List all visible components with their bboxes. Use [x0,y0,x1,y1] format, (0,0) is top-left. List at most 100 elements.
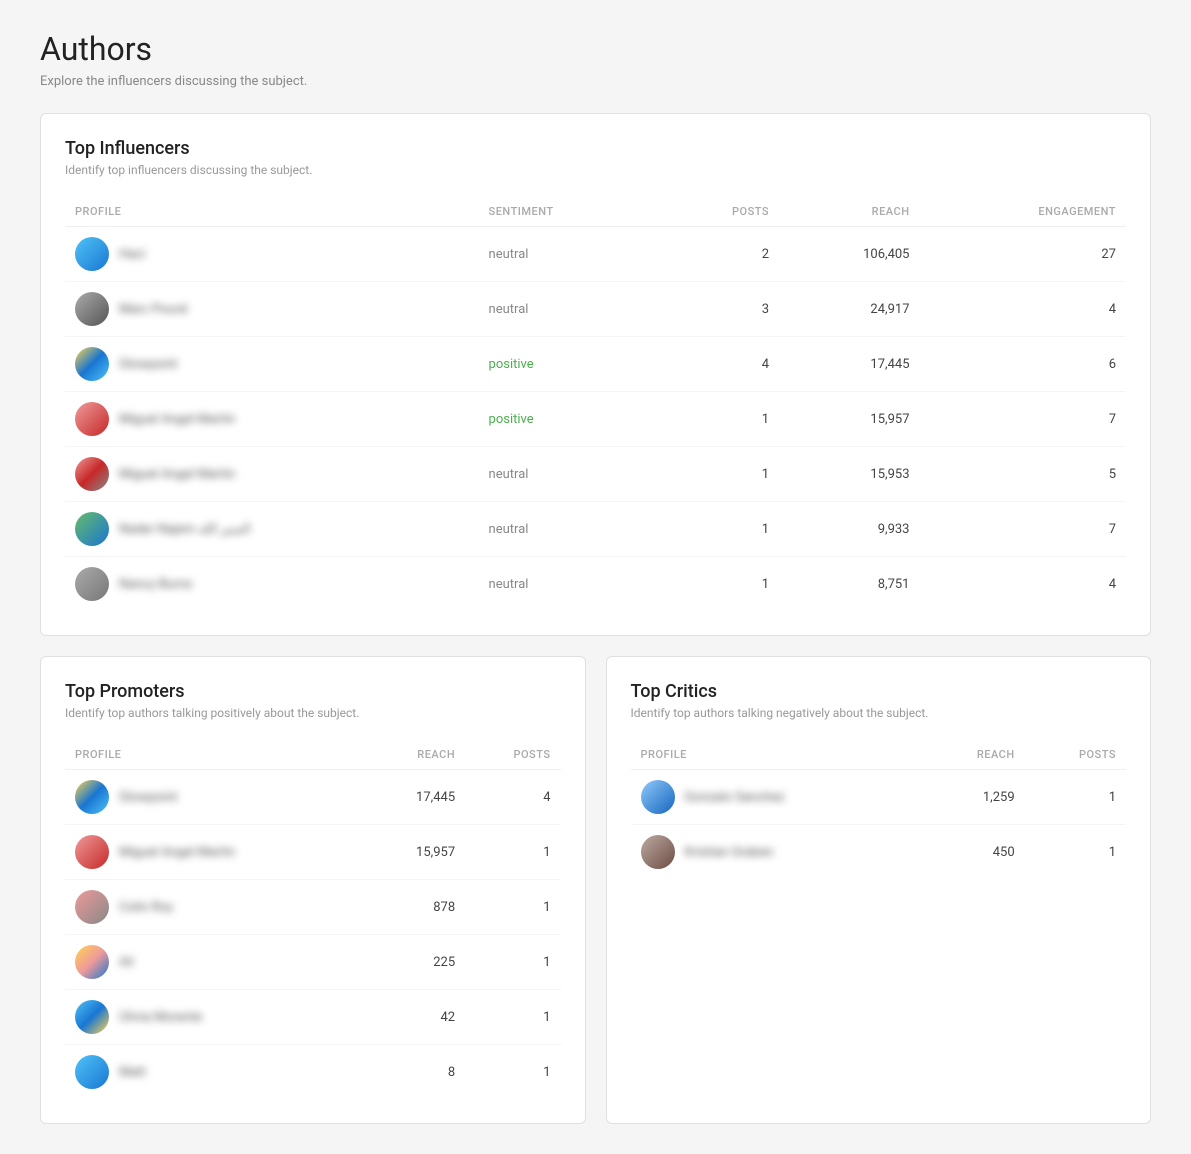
sentiment: neutral [479,227,659,282]
reach: 42 [366,990,465,1045]
profile-name: Matt [119,1065,146,1080]
critics-col-reach: REACH [922,740,1025,770]
table-row: Haci neutral 2 106,405 27 [65,227,1126,282]
reach: 450 [922,825,1025,880]
profile-name: Haci [119,247,145,262]
avatar [75,567,109,601]
reach: 225 [366,935,465,990]
sentiment: neutral [479,502,659,557]
profile-cell: Olivia Morente [75,1000,356,1034]
posts: 1 [658,557,779,612]
profile-name: Ali [119,955,134,970]
table-row: Glowpoint positive 4 17,445 6 [65,337,1126,392]
table-row: Gonzalo Sanchez 1,259 1 [631,770,1127,825]
table-row: Kristian Graben 450 1 [631,825,1127,880]
reach: 15,953 [779,447,919,502]
promo-col-posts: POSTS [465,740,560,770]
engagement: 7 [920,502,1127,557]
posts: 1 [1025,770,1126,825]
profile-name: Miguel Angel Martin [119,467,235,482]
top-critics-table: PROFILE REACH POSTS Gonzalo Sanchez 1,25… [631,740,1127,879]
posts: 4 [658,337,779,392]
reach: 8,751 [779,557,919,612]
table-row: Miguel Angel Martin neutral 1 15,953 5 [65,447,1126,502]
col-reach: REACH [779,197,919,227]
top-influencers-card: Top Influencers Identify top influencers… [40,113,1151,636]
profile-name: Nancy Burns [119,577,192,592]
profile-cell: Miguel Angel Martin [75,835,356,869]
avatar [75,237,109,271]
profile-name: Gonzalo Sanchez [685,790,785,805]
top-influencers-subtitle: Identify top influencers discussing the … [65,163,1126,177]
table-row: Nader Najem السير الله neutral 1 9,933 7 [65,502,1126,557]
posts: 3 [658,282,779,337]
posts: 1 [465,825,560,880]
profile-cell: Miguel Angel Martin [75,457,469,491]
profile-name: Miguel Angel Martin [119,845,235,860]
avatar [75,780,109,814]
profile-cell: Colin Roy [75,890,356,924]
engagement: 5 [920,447,1127,502]
page-subtitle: Explore the influencers discussing the s… [40,74,1151,89]
page-title: Authors [40,30,1151,68]
posts: 1 [465,990,560,1045]
table-row: Colin Roy 878 1 [65,880,561,935]
promo-col-reach: REACH [366,740,465,770]
posts: 2 [658,227,779,282]
table-row: Miguel Angel Martin 15,957 1 [65,825,561,880]
reach: 17,445 [779,337,919,392]
profile-name: Kristian Graben [685,845,774,860]
engagement: 27 [920,227,1127,282]
table-row: Nancy Burns neutral 1 8,751 4 [65,557,1126,612]
engagement: 7 [920,392,1127,447]
bottom-section: Top Promoters Identify top authors talki… [40,656,1151,1124]
posts: 1 [465,935,560,990]
col-engagement: ENGAGEMENT [920,197,1127,227]
posts: 1 [658,447,779,502]
profile-cell: Nader Najem السير الله [75,512,469,546]
profile-cell: Ali [75,945,356,979]
avatar [75,512,109,546]
engagement: 4 [920,282,1127,337]
avatar [75,347,109,381]
sentiment: positive [479,337,659,392]
reach: 878 [366,880,465,935]
avatar [75,292,109,326]
top-promoters-title: Top Promoters [65,681,561,702]
top-critics-title: Top Critics [631,681,1127,702]
sentiment: neutral [479,557,659,612]
table-row: Ali 225 1 [65,935,561,990]
posts: 1 [658,502,779,557]
avatar [641,780,675,814]
col-sentiment: SENTIMENT [479,197,659,227]
reach: 17,445 [366,770,465,825]
profile-cell: Haci [75,237,469,271]
table-row: Miguel Angel Martin positive 1 15,957 7 [65,392,1126,447]
posts: 1 [465,880,560,935]
sentiment: neutral [479,282,659,337]
reach: 8 [366,1045,465,1100]
reach: 106,405 [779,227,919,282]
sentiment: positive [479,392,659,447]
profile-cell: Matt [75,1055,356,1089]
promo-col-profile: PROFILE [65,740,366,770]
posts: 1 [1025,825,1126,880]
top-promoters-card: Top Promoters Identify top authors talki… [40,656,586,1124]
profile-name: Olivia Morente [119,1010,202,1025]
critics-col-profile: PROFILE [631,740,922,770]
sentiment: neutral [479,447,659,502]
col-posts: POSTS [658,197,779,227]
reach: 1,259 [922,770,1025,825]
profile-name: Glowpoint [119,357,178,372]
reach: 9,933 [779,502,919,557]
avatar [75,945,109,979]
col-profile: PROFILE [65,197,479,227]
avatar [75,457,109,491]
profile-cell: Glowpoint [75,347,469,381]
reach: 24,917 [779,282,919,337]
avatar [641,835,675,869]
profile-cell: Glowpoint [75,780,356,814]
posts: 4 [465,770,560,825]
table-row: Matt 8 1 [65,1045,561,1100]
avatar [75,1000,109,1034]
